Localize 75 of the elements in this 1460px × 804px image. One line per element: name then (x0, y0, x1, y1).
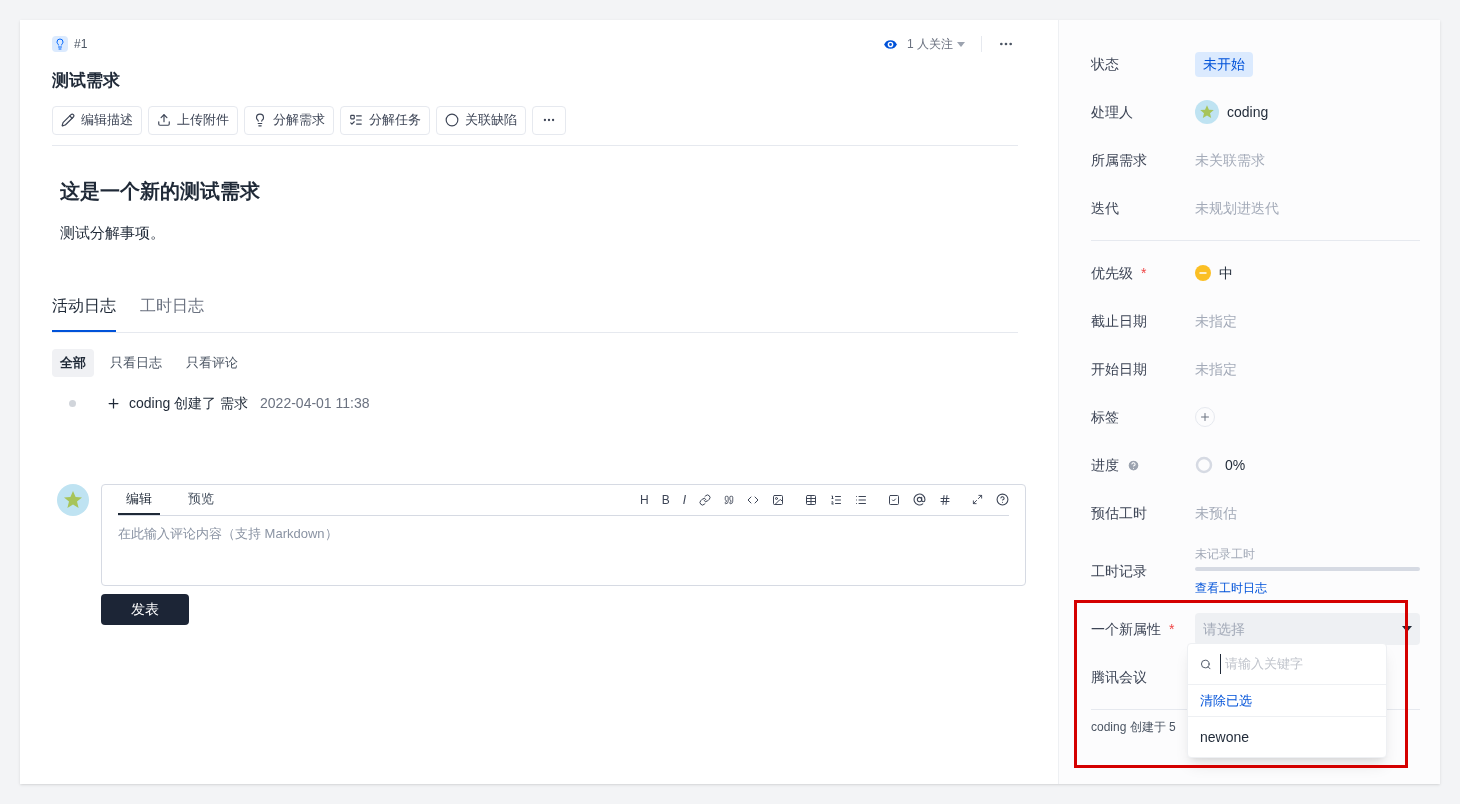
field-label: 一个新属性 (1091, 619, 1161, 639)
field-label: 腾讯会议 (1091, 667, 1147, 687)
plus-icon (106, 395, 121, 411)
status-badge[interactable]: 未开始 (1195, 51, 1253, 77)
quote-icon[interactable] (724, 494, 734, 505)
field-label: 所属需求 (1091, 150, 1147, 170)
action-button[interactable]: 分解任务 (340, 105, 430, 135)
watch-button[interactable]: 1 人关注 (907, 35, 965, 53)
filter-tab[interactable]: 只看评论 (178, 349, 246, 377)
table-icon[interactable] (805, 493, 817, 506)
circle-icon (445, 113, 459, 127)
format-button[interactable]: H (639, 490, 649, 509)
dropdown-option[interactable]: newone (1188, 717, 1386, 757)
field-label: 状态 (1091, 54, 1119, 74)
action-button[interactable]: 编辑描述 (52, 105, 142, 135)
hash-icon[interactable] (939, 493, 951, 506)
field-label: 处理人 (1091, 102, 1133, 122)
worklog-value: 未记录工时 (1195, 546, 1256, 563)
required-mark: * (1141, 263, 1147, 283)
description-heading: 这是一个新的测试需求 (60, 178, 261, 204)
search-icon (1200, 657, 1212, 671)
field-label: 工时记录 (1091, 561, 1147, 581)
log-tab[interactable]: 工时日志 (140, 294, 204, 332)
checkbox-icon[interactable] (888, 493, 900, 506)
link-icon[interactable] (699, 493, 711, 506)
description-text: 测试分解事项。 (60, 222, 166, 243)
action-button[interactable]: 关联缺陷 (436, 105, 526, 135)
upload-icon (157, 113, 171, 127)
plus-icon (1199, 411, 1211, 423)
image-icon[interactable] (772, 493, 784, 506)
submit-button[interactable]: 发表 (101, 593, 189, 625)
help-icon (1127, 458, 1140, 472)
caret-icon (957, 41, 965, 47)
clear-option[interactable]: 清除已选 (1188, 685, 1386, 717)
field-label: 标签 (1091, 407, 1119, 427)
expand-icon[interactable] (972, 494, 983, 505)
activity-time: 2022-04-01 11:38 (260, 393, 370, 413)
caret-icon (1402, 626, 1412, 632)
editor-tab[interactable]: 编辑 (118, 484, 160, 515)
search-field[interactable]: 请输入关键字 (1219, 654, 1374, 674)
created-info: coding 创建于 5 (1091, 719, 1177, 736)
activity-text: coding 创建了 需求 (129, 393, 249, 413)
issue-title: 测试需求 (52, 70, 121, 92)
worklog-link[interactable]: 查看工时日志 (1195, 579, 1420, 597)
field-label: 迭代 (1091, 198, 1119, 218)
field-label: 截止日期 (1091, 311, 1147, 331)
required-mark: * (1169, 619, 1175, 639)
list-icon (349, 113, 363, 127)
format-button[interactable]: I (682, 490, 686, 509)
help-icon[interactable] (996, 493, 1009, 506)
field-label: 预估工时 (1091, 503, 1147, 523)
avatar (1195, 100, 1219, 124)
priority-value[interactable]: 中 (1219, 262, 1233, 284)
comment-input[interactable]: 在此输入评论内容（支持 Markdown） (118, 523, 1009, 543)
action-button[interactable]: 上传附件 (148, 105, 238, 135)
issue-number: #1 (74, 36, 88, 53)
action-button[interactable]: 分解需求 (244, 105, 334, 135)
editor-tab[interactable]: 预览 (180, 484, 222, 515)
format-button[interactable]: B (661, 490, 670, 509)
list-icon[interactable] (855, 493, 867, 506)
lightbulb-icon (253, 113, 267, 127)
log-tab[interactable]: 活动日志 (52, 294, 116, 332)
avatar (57, 483, 89, 516)
progress-value: 0% (1225, 455, 1246, 475)
field-label: 进度 (1091, 455, 1119, 475)
assignee-name[interactable]: coding (1227, 101, 1269, 123)
at-icon[interactable] (913, 493, 926, 506)
ring-icon (1195, 456, 1213, 474)
field-label: 开始日期 (1091, 359, 1147, 379)
field-label: 优先级 (1091, 263, 1133, 283)
ordered-list-icon[interactable] (830, 493, 842, 506)
filter-tab[interactable]: 全部 (52, 349, 94, 377)
lightbulb-icon (52, 36, 68, 52)
pencil-icon (61, 113, 75, 127)
filter-tab[interactable]: 只看日志 (102, 349, 170, 377)
